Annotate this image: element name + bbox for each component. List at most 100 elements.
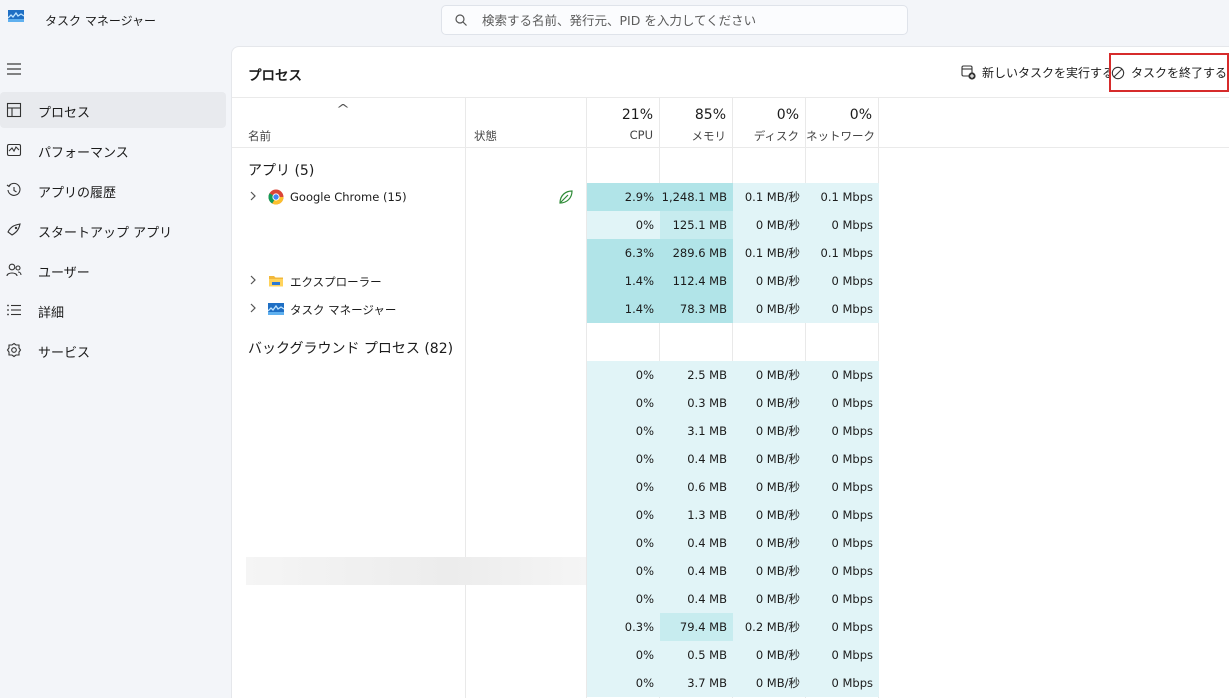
column-header-status[interactable]: 状態	[474, 128, 497, 144]
divider	[232, 147, 1229, 148]
process-table: ^ 名前 状態 21% CPU 85% メモリ 0% ディスク 0% ネットワー…	[232, 98, 1229, 698]
sidebar-item-label: サービス	[38, 346, 91, 361]
memory-cell: 125.1 MB	[660, 211, 733, 239]
sidebar-item-label: アプリの履歴	[38, 186, 117, 201]
disk-cell: 0.2 MB/秒	[733, 613, 806, 641]
disk-cell: 0 MB/秒	[733, 445, 806, 473]
cpu-cell: 0%	[587, 501, 660, 529]
run-task-icon	[961, 64, 976, 80]
cpu-cell: 2.9%	[587, 183, 660, 211]
table-row[interactable]: 0% 0.5 MB 0 MB/秒 0 Mbps	[232, 641, 1229, 669]
memory-cell: 2.5 MB	[660, 361, 733, 389]
table-row[interactable]: 0.3% 79.4 MB 0.2 MB/秒 0 Mbps	[232, 613, 1229, 641]
app-history-icon	[6, 182, 21, 196]
column-header-network[interactable]: ネットワーク	[806, 128, 875, 144]
group-header-background: バックグラウンド プロセス (82)	[248, 341, 454, 357]
memory-cell: 0.4 MB	[660, 557, 733, 585]
sidebar-item-app-history[interactable]: アプリの履歴	[0, 172, 226, 208]
sidebar-item-services[interactable]: サービス	[0, 332, 226, 368]
network-cell: 0 Mbps	[806, 295, 879, 323]
sidebar-item-users[interactable]: ユーザー	[0, 252, 226, 288]
performance-icon	[6, 143, 22, 157]
search-box[interactable]	[441, 5, 908, 35]
network-cell: 0 Mbps	[806, 267, 879, 295]
memory-cell: 0.4 MB	[660, 585, 733, 613]
sidebar-item-startup[interactable]: スタートアップ アプリ	[0, 212, 226, 248]
chevron-right-icon[interactable]	[248, 190, 258, 202]
cpu-cell: 1.4%	[587, 267, 660, 295]
hamburger-menu-icon[interactable]	[6, 62, 22, 76]
services-icon	[6, 342, 22, 358]
memory-cell: 78.3 MB	[660, 295, 733, 323]
run-new-task-button[interactable]: 新しいタスクを実行する	[955, 59, 1120, 85]
table-row[interactable]: 0% 0.6 MB 0 MB/秒 0 Mbps	[232, 473, 1229, 501]
cpu-cell: 0%	[587, 389, 660, 417]
column-header-cpu[interactable]: CPU	[587, 128, 653, 142]
cpu-total[interactable]: 21%	[587, 107, 653, 123]
sidebar-item-details[interactable]: 詳細	[0, 292, 226, 328]
memory-total[interactable]: 85%	[660, 107, 726, 123]
cpu-cell: 0%	[587, 641, 660, 669]
table-row[interactable]: 0% 0.4 MB 0 MB/秒 0 Mbps	[232, 557, 1229, 585]
disk-cell: 0 MB/秒	[733, 585, 806, 613]
network-cell: 0.1 Mbps	[806, 183, 879, 211]
memory-cell: 0.3 MB	[660, 389, 733, 417]
table-row[interactable]: エクスプローラー 1.4% 112.4 MB 0 MB/秒 0 Mbps	[232, 267, 1229, 295]
sort-ascending-icon[interactable]: ^	[336, 102, 350, 116]
column-header-disk[interactable]: ディスク	[733, 128, 799, 144]
sidebar-item-processes[interactable]: プロセス	[0, 92, 226, 128]
table-row[interactable]: 0% 1.3 MB 0 MB/秒 0 Mbps	[232, 501, 1229, 529]
column-header-name[interactable]: 名前	[248, 128, 271, 144]
chrome-icon	[268, 189, 284, 205]
end-task-label: タスクを終了する	[1130, 66, 1227, 80]
end-task-button[interactable]: タスクを終了する	[1109, 53, 1229, 92]
table-row[interactable]: 0% 0.4 MB 0 MB/秒 0 Mbps	[232, 585, 1229, 613]
table-row[interactable]: 0% 0.4 MB 0 MB/秒 0 Mbps	[232, 445, 1229, 473]
chevron-right-icon[interactable]	[248, 302, 258, 314]
table-row[interactable]: 0% 125.1 MB 0 MB/秒 0 Mbps	[232, 211, 1229, 239]
table-row[interactable]: 0% 3.7 MB 0 MB/秒 0 Mbps	[232, 669, 1229, 697]
disk-total[interactable]: 0%	[733, 107, 799, 123]
disk-cell: 0 MB/秒	[733, 295, 806, 323]
table-row[interactable]: 0% 3.1 MB 0 MB/秒 0 Mbps	[232, 417, 1229, 445]
users-icon	[6, 263, 22, 277]
column-header-memory[interactable]: メモリ	[660, 128, 727, 144]
search-input[interactable]	[482, 10, 892, 30]
page-title: プロセス	[248, 68, 302, 84]
table-row[interactable]: 0% 2.5 MB 0 MB/秒 0 Mbps	[232, 361, 1229, 389]
table-row[interactable]: 0% 0.3 MB 0 MB/秒 0 Mbps	[232, 389, 1229, 417]
process-name: Google Chrome (15)	[290, 190, 407, 204]
memory-cell: 1,248.1 MB	[660, 183, 733, 211]
sidebar-item-performance[interactable]: パフォーマンス	[0, 132, 226, 168]
network-cell: 0 Mbps	[806, 669, 879, 697]
disk-cell: 0 MB/秒	[733, 501, 806, 529]
sidebar-item-label: プロセス	[38, 106, 91, 121]
disk-cell: 0.1 MB/秒	[733, 183, 806, 211]
cpu-cell: 0%	[587, 585, 660, 613]
chevron-right-icon[interactable]	[248, 274, 258, 286]
task-manager-icon	[267, 301, 285, 317]
prohibited-icon	[1111, 66, 1125, 79]
app-title: タスク マネージャー	[45, 14, 156, 28]
startup-icon	[7, 223, 21, 236]
table-row[interactable]: 6.3% 289.6 MB 0.1 MB/秒 0.1 Mbps	[232, 239, 1229, 267]
network-cell: 0 Mbps	[806, 417, 879, 445]
network-total[interactable]: 0%	[806, 107, 872, 123]
network-cell: 0 Mbps	[806, 473, 879, 501]
cpu-cell: 6.3%	[587, 239, 660, 267]
table-row[interactable]: 0% 0.4 MB 0 MB/秒 0 Mbps	[232, 529, 1229, 557]
network-cell: 0 Mbps	[806, 501, 879, 529]
details-icon	[7, 304, 21, 316]
network-cell: 0 Mbps	[806, 613, 879, 641]
sidebar-item-label: スタートアップ アプリ	[38, 226, 173, 241]
cpu-cell: 1.4%	[587, 295, 660, 323]
table-row[interactable]: Google Chrome (15) 2.9% 1,248.1 MB 0.1 MB/秒…	[232, 183, 1229, 211]
network-cell: 0 Mbps	[806, 361, 879, 389]
sidebar-item-label: パフォーマンス	[38, 146, 129, 161]
cpu-cell: 0%	[587, 211, 660, 239]
processes-pane: プロセス 新しいタスクを実行する タスクを終了する ^ 名前 状態 21% CP…	[231, 46, 1229, 698]
disk-cell: 0 MB/秒	[733, 669, 806, 697]
disk-cell: 0 MB/秒	[733, 389, 806, 417]
table-row[interactable]: タスク マネージャー 1.4% 78.3 MB 0 MB/秒 0 Mbps	[232, 295, 1229, 323]
sidebar-item-label: 詳細	[38, 306, 65, 321]
